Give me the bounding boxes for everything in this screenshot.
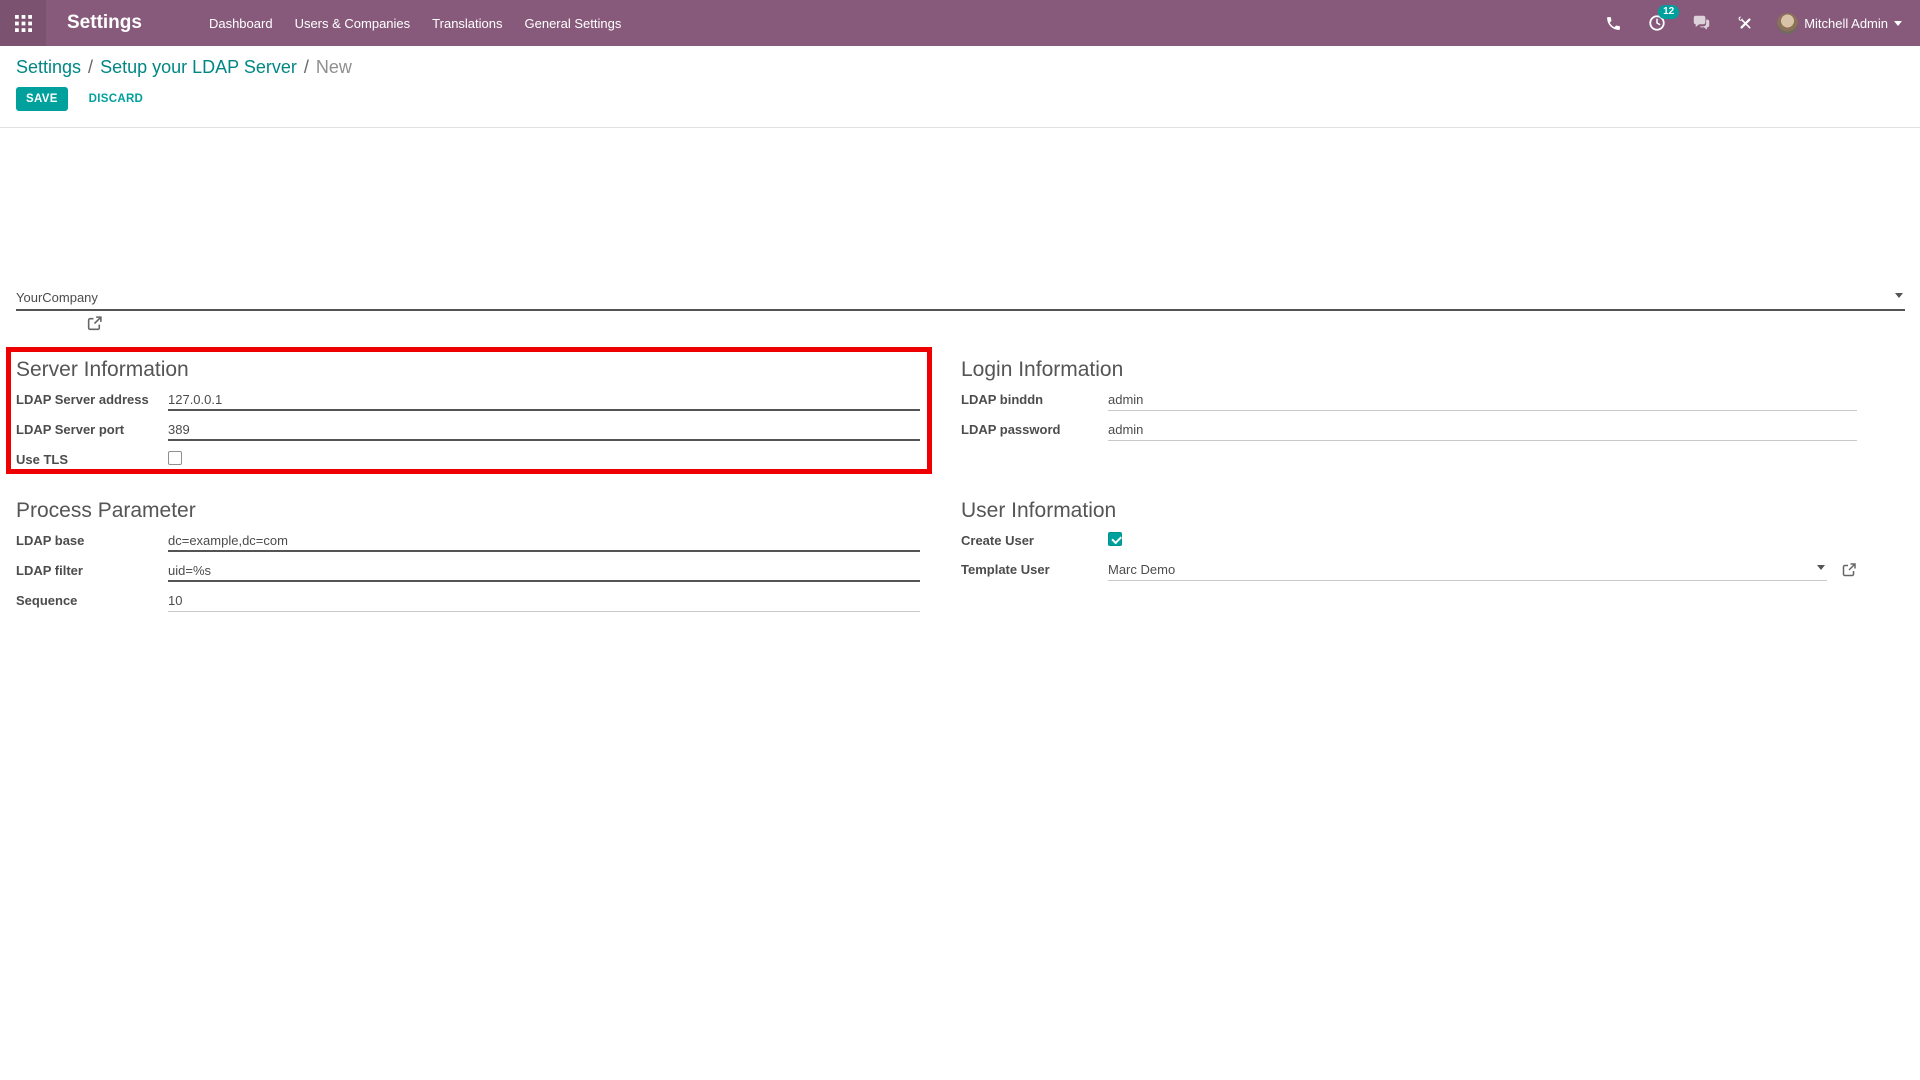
company-field <box>16 289 1905 311</box>
chat-bubbles-icon <box>1693 15 1710 30</box>
field-row-ldap-password: LDAP password <box>961 421 1857 441</box>
breadcrumb-separator: / <box>88 57 94 77</box>
external-link-icon <box>87 316 102 331</box>
label-ldap-password: LDAP password <box>961 422 1061 437</box>
label-sequence: Sequence <box>16 593 78 608</box>
chevron-down-icon[interactable] <box>1817 565 1825 570</box>
control-panel: Settings / Setup your LDAP Server / New SAVE… <box>0 46 1920 128</box>
ldap-binddn-input[interactable] <box>1108 393 1857 411</box>
field-row-ldap-server-address: LDAP Server address <box>16 391 920 411</box>
navbar-systray: 12 Mitchell Admin <box>1592 0 1906 46</box>
breadcrumb: Settings / Setup your LDAP Server / New <box>16 56 1904 78</box>
app-title[interactable]: Settings <box>67 12 142 34</box>
main-menu: Dashboard Users & Companies Translations… <box>198 0 632 46</box>
user-avatar <box>1777 12 1799 34</box>
section-title-process-parameter: Process Parameter <box>16 499 196 522</box>
use-tls-checkbox[interactable] <box>168 451 182 465</box>
developer-tools-icon <box>1738 16 1751 29</box>
breadcrumb-settings[interactable]: Settings <box>16 57 81 77</box>
company-external-link-button[interactable] <box>86 315 103 332</box>
save-button[interactable]: SAVE <box>16 87 68 111</box>
apps-grid-icon <box>14 14 32 32</box>
breadcrumb-ldap-servers[interactable]: Setup your LDAP Server <box>100 57 297 77</box>
sequence-input[interactable] <box>168 594 920 612</box>
external-link-icon <box>1842 563 1856 577</box>
label-ldap-base: LDAP base <box>16 533 85 548</box>
create-user-checkbox[interactable] <box>1108 532 1122 546</box>
field-row-create-user: Create User <box>961 532 1857 551</box>
form-buttons: SAVE DISCARD <box>16 87 1904 111</box>
section-server-information: Server Information LDAP Server address L… <box>16 357 920 480</box>
field-row-ldap-base: LDAP base <box>16 532 920 552</box>
ldap-server-port-input[interactable] <box>168 423 920 441</box>
section-title-login-information: Login Information <box>961 358 1124 381</box>
label-ldap-binddn: LDAP binddn <box>961 392 1044 407</box>
field-row-template-user: Template User <box>961 561 1857 581</box>
messages-button[interactable] <box>1679 0 1724 46</box>
field-row-use-tls: Use TLS <box>16 451 920 470</box>
section-login-information: Login Information LDAP binddn LDAP passw… <box>961 357 1857 451</box>
menu-item-users-companies[interactable]: Users & Companies <box>284 0 422 46</box>
menu-item-general-settings[interactable]: General Settings <box>514 0 633 46</box>
breadcrumb-separator: / <box>303 57 309 77</box>
top-navbar: Settings Dashboard Users & Companies Tra… <box>0 0 1920 46</box>
menu-item-dashboard[interactable]: Dashboard <box>198 0 284 46</box>
section-process-parameter: Process Parameter LDAP base LDAP filter … <box>16 498 920 622</box>
menu-item-translations[interactable]: Translations <box>421 0 513 46</box>
phone-icon <box>1607 16 1621 30</box>
field-row-ldap-filter: LDAP filter <box>16 562 920 582</box>
user-menu[interactable]: Mitchell Admin <box>1767 0 1906 46</box>
chevron-down-icon[interactable] <box>1895 293 1903 298</box>
odoo-app: Settings Dashboard Users & Companies Tra… <box>0 0 1920 1080</box>
activity-count-badge: 12 <box>1658 5 1680 19</box>
field-row-ldap-binddn: LDAP binddn <box>961 391 1857 411</box>
ldap-server-address-input[interactable] <box>168 393 920 411</box>
label-use-tls: Use TLS <box>16 452 69 467</box>
user-name: Mitchell Admin <box>1804 15 1888 31</box>
field-row-ldap-server-port: LDAP Server port <box>16 421 920 441</box>
template-user-external-link-button[interactable] <box>1841 562 1857 578</box>
apps-menu-button[interactable] <box>0 0 46 46</box>
label-create-user: Create User <box>961 533 1034 548</box>
label-ldap-filter: LDAP filter <box>16 563 83 578</box>
ldap-password-input[interactable] <box>1108 423 1857 441</box>
breadcrumb-current: New <box>315 57 352 77</box>
section-title-server-information: Server Information <box>16 358 189 381</box>
form-sheet: Server Information LDAP Server address L… <box>0 129 1920 1080</box>
label-template-user: Template User <box>961 562 1050 577</box>
activities-button[interactable]: 12 <box>1635 0 1680 46</box>
ldap-base-input[interactable] <box>168 534 920 552</box>
label-ldap-server-port: LDAP Server port <box>16 422 125 437</box>
field-row-sequence: Sequence <box>16 592 920 612</box>
label-ldap-server-address: LDAP Server address <box>16 392 149 407</box>
voip-phone-button[interactable] <box>1592 0 1635 46</box>
company-input[interactable] <box>16 290 1905 311</box>
chevron-down-icon <box>1894 20 1902 26</box>
template-user-input[interactable] <box>1108 563 1827 581</box>
section-user-information: User Information Create User Template Us… <box>961 498 1857 591</box>
section-title-user-information: User Information <box>961 499 1117 522</box>
developer-tools-button[interactable] <box>1724 0 1767 46</box>
ldap-filter-input[interactable] <box>168 564 920 582</box>
discard-button[interactable]: DISCARD <box>80 88 153 110</box>
